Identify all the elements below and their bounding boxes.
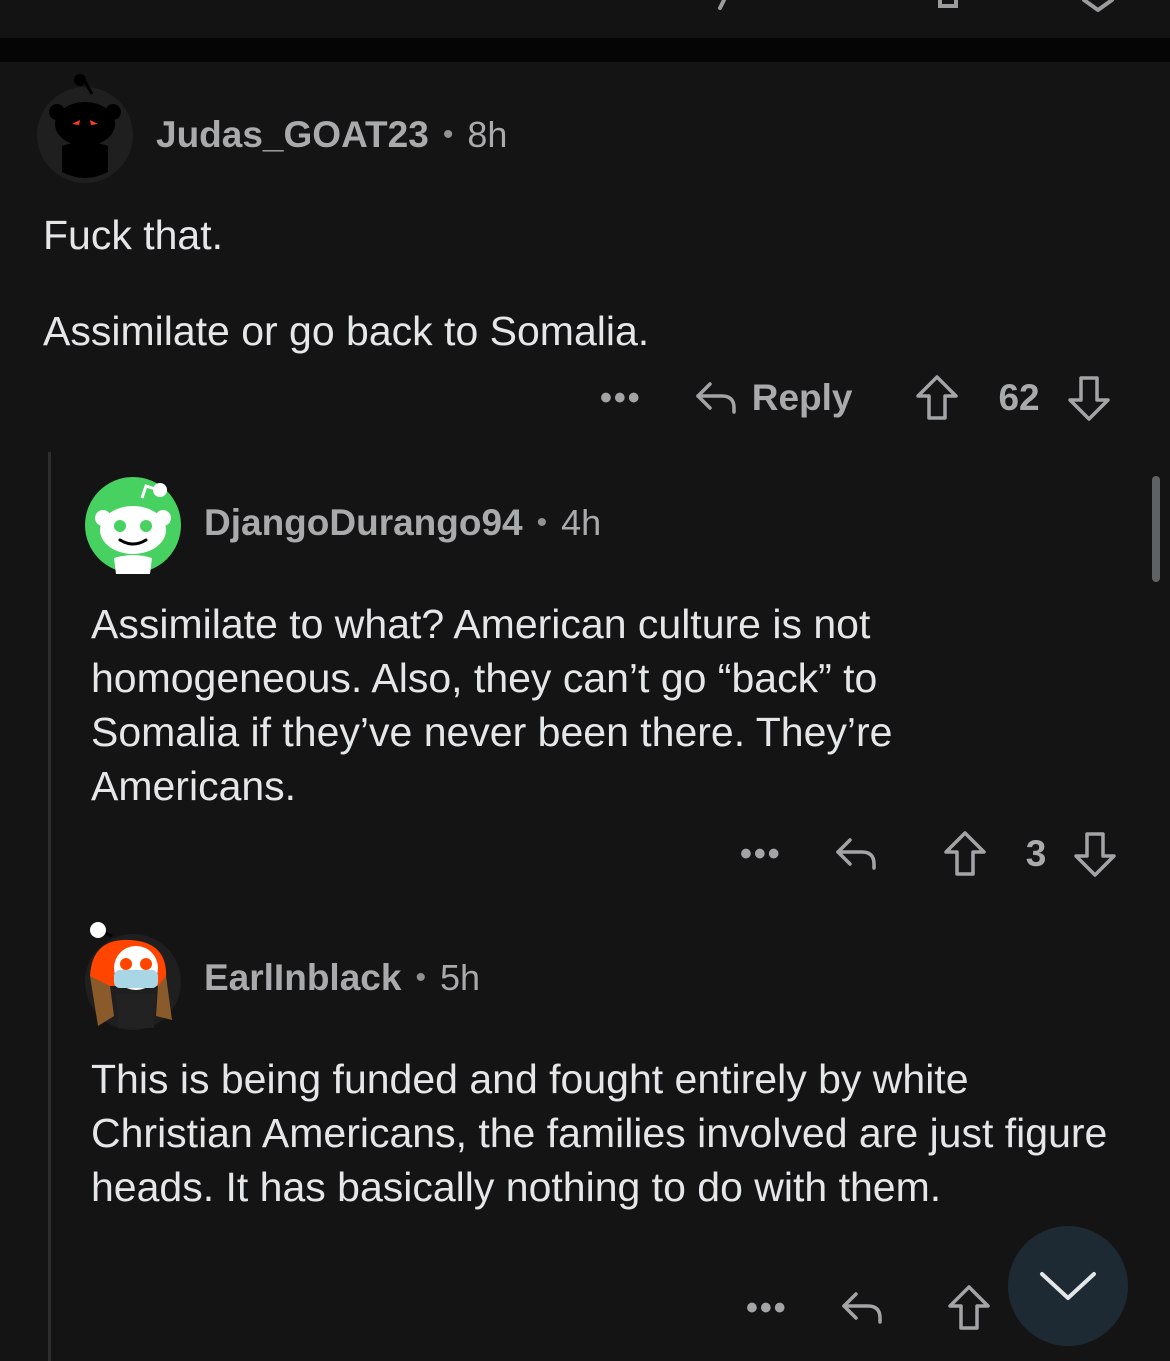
- timestamp: 5h: [439, 957, 480, 998]
- meta-separator: •: [415, 961, 426, 994]
- meta-separator: •: [442, 118, 454, 151]
- comment-paragraph: Assimilate to what? American culture is …: [91, 601, 893, 809]
- more-options-icon[interactable]: •••: [600, 379, 642, 418]
- reply-arrow-icon[interactable]: [840, 1288, 884, 1328]
- downvote-arrow-icon[interactable]: [1066, 374, 1112, 422]
- reply-label: Reply: [751, 377, 853, 418]
- previous-comment-actions: [0, 0, 1170, 38]
- timestamp: 8h: [467, 114, 508, 155]
- vote-score: 62: [998, 377, 1040, 418]
- more-options-icon[interactable]: •••: [740, 835, 782, 874]
- comment-body: Assimilate to what? American culture is …: [91, 597, 1031, 813]
- chevron-down-icon: [1040, 1272, 1096, 1300]
- comment-body: This is being funded and fought entirely…: [91, 1052, 1121, 1214]
- previous-actions-icons: [718, 0, 1114, 12]
- downvote-arrow-icon[interactable]: [1072, 830, 1118, 878]
- avatar-django[interactable]: [84, 476, 182, 574]
- reply-arrow-icon[interactable]: [834, 834, 878, 874]
- comment-header: DjangoDurango94 • 4h: [204, 500, 601, 546]
- vote-score: 3: [1025, 833, 1047, 874]
- scrollbar[interactable]: [1152, 476, 1160, 582]
- comment-paragraph: Fuck that.: [43, 212, 224, 258]
- comment-separator: [0, 38, 1170, 62]
- username[interactable]: Judas_GOAT23: [156, 114, 429, 156]
- comment-header: Judas_GOAT23 • 8h: [156, 112, 507, 158]
- reply-arrow-icon: [695, 382, 736, 414]
- comment-actions: •••: [746, 1282, 992, 1334]
- avatar-judas[interactable]: [36, 72, 134, 184]
- username[interactable]: EarlInblack: [204, 957, 401, 999]
- upvote-arrow-icon[interactable]: [942, 830, 988, 878]
- reply-button[interactable]: Reply: [694, 377, 853, 419]
- username[interactable]: DjangoDurango94: [204, 502, 523, 544]
- comment-paragraph: Assimilate or go back to Somalia.: [43, 308, 650, 354]
- upvote-arrow-icon[interactable]: [946, 1284, 992, 1332]
- comment-header: EarlInblack • 5h: [204, 955, 480, 1001]
- comment-actions: ••• 3: [740, 828, 1118, 880]
- comment-body: Fuck that. Assimilate or go back to Soma…: [43, 208, 1123, 358]
- more-options-icon[interactable]: •••: [746, 1289, 788, 1328]
- comment-paragraph: This is being funded and fought entirely…: [91, 1056, 1108, 1210]
- upvote-arrow-icon[interactable]: [914, 374, 960, 422]
- comment-actions: ••• Reply 62: [600, 372, 1112, 424]
- scroll-down-button[interactable]: [1008, 1226, 1128, 1346]
- thread-line[interactable]: [48, 452, 51, 1361]
- avatar-earl[interactable]: [84, 916, 182, 1032]
- meta-separator: •: [536, 506, 548, 539]
- timestamp: 4h: [561, 502, 602, 543]
